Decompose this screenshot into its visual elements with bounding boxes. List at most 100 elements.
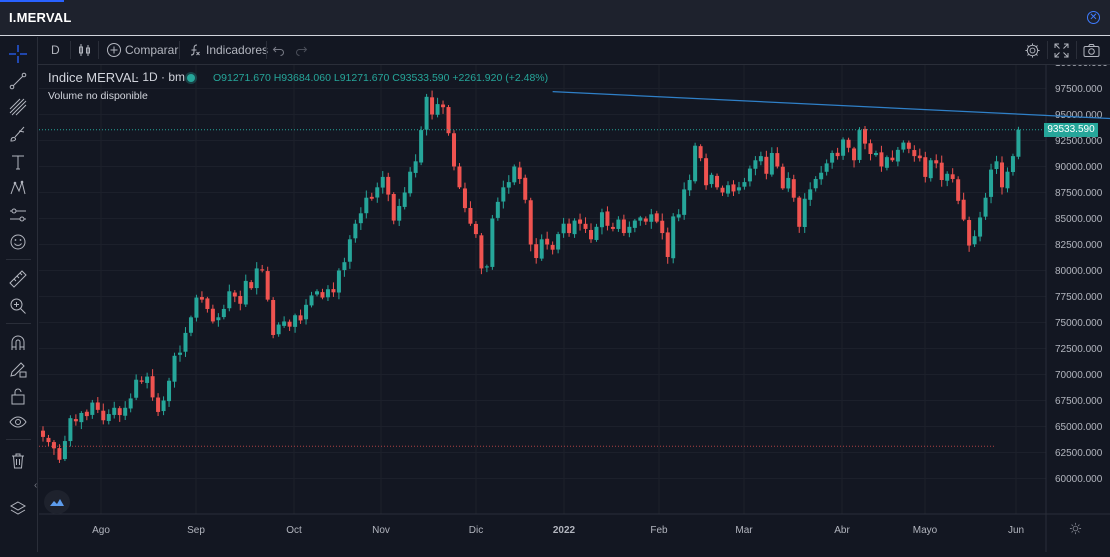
candle-body	[402, 192, 407, 207]
undo-icon	[272, 46, 284, 56]
fullscreen-icon	[1054, 43, 1069, 57]
candle-body	[671, 216, 676, 259]
magnet-icon	[11, 335, 25, 350]
candle-body	[643, 218, 648, 222]
y-tick-label: 80000.000	[1055, 266, 1103, 277]
candle-body	[238, 295, 243, 304]
legend-interval: 1D	[142, 70, 158, 84]
settings-button[interactable]	[1024, 36, 1041, 64]
window-titlebar: I.MERVAL ✕	[0, 0, 1110, 36]
chart-legend: Indice MERVAL · 1D · bm O91271.670 H9368…	[48, 70, 548, 102]
indicators-button[interactable]: Indicadores	[187, 36, 268, 64]
zoom-tool[interactable]	[7, 295, 29, 317]
candle-body	[550, 244, 555, 250]
candle-body	[293, 315, 298, 327]
price-chart[interactable]: 100000.000 97500.000 95000.000 92500.000 900…	[39, 58, 1110, 552]
chart-area[interactable]: 100000.000 97500.000 95000.000 92500.000 900…	[39, 58, 1110, 552]
pattern-tool[interactable]	[7, 177, 29, 199]
candle-body	[567, 223, 572, 234]
snapshot-button[interactable]	[1083, 36, 1100, 64]
legend-symbol: Indice MERVAL	[48, 70, 139, 85]
candle-body	[676, 214, 681, 218]
interval-button[interactable]: D	[51, 36, 60, 64]
candle-body	[720, 187, 725, 193]
trendline-tool[interactable]	[7, 70, 29, 92]
pencil-lock-icon	[10, 362, 27, 378]
lock-tool[interactable]	[7, 385, 29, 407]
candle-body	[221, 308, 226, 318]
visibility-tool[interactable]	[7, 411, 29, 433]
candle-body	[572, 220, 577, 235]
chart-type-button[interactable]	[77, 36, 93, 64]
forecast-tool[interactable]	[7, 204, 29, 226]
candle-body	[265, 271, 270, 300]
candle-body	[435, 104, 440, 115]
candle-body	[517, 167, 522, 179]
magnet-tool[interactable]	[7, 332, 29, 354]
candle-body	[967, 220, 972, 246]
candle-body	[484, 266, 489, 268]
gear-icon	[1025, 42, 1040, 58]
measure-tool[interactable]	[7, 268, 29, 290]
candle-body	[753, 160, 758, 169]
candle-body	[462, 188, 467, 209]
object-tree-tool[interactable]	[7, 498, 29, 520]
logo-icon	[50, 499, 64, 506]
legend-ohlc: O91271.670 H93684.060 L91271.670 C93533.…	[213, 72, 549, 84]
candle-body	[1016, 129, 1021, 157]
compare-button[interactable]: Comparar	[106, 36, 178, 64]
brush-icon	[10, 126, 25, 142]
candle-body	[232, 292, 237, 297]
candle-body	[172, 355, 177, 382]
candle-body	[638, 217, 643, 221]
candle-body	[917, 155, 922, 159]
redo-button[interactable]	[294, 36, 308, 64]
candle-body	[325, 289, 330, 298]
tradingview-logo[interactable]	[44, 490, 70, 514]
y-tick-label: 62500.000	[1055, 448, 1103, 459]
candle-body	[819, 172, 824, 180]
stay-drawing-tool[interactable]	[7, 358, 29, 380]
candle-body	[353, 223, 358, 239]
candle-body	[989, 169, 994, 197]
y-tick-label: 77500.000	[1055, 292, 1103, 303]
ruler-icon	[9, 270, 27, 288]
remove-drawings-tool[interactable]	[7, 450, 29, 472]
candle-body	[342, 262, 347, 271]
candle-body	[884, 157, 889, 168]
candle-body	[216, 317, 221, 321]
emoji-tool[interactable]	[7, 231, 29, 253]
candle-body	[473, 223, 478, 235]
candle-body	[791, 179, 796, 198]
crosshair-tool[interactable]	[7, 43, 29, 65]
x-tick-label: Oct	[286, 525, 302, 536]
title-accent	[0, 0, 64, 2]
fullscreen-button[interactable]	[1054, 36, 1069, 64]
brush-tool[interactable]	[7, 123, 29, 145]
undo-button[interactable]	[272, 36, 286, 64]
x-tick-label: Mayo	[913, 525, 938, 536]
candle-body	[742, 182, 747, 187]
toolbar-divider	[179, 41, 180, 59]
candle-body	[534, 244, 539, 259]
collapse-arrow-icon[interactable]: ‹	[34, 480, 37, 491]
text-tool[interactable]	[7, 151, 29, 173]
fib-icon	[9, 98, 27, 116]
candle-body	[205, 298, 210, 309]
close-icon[interactable]: ✕	[1087, 11, 1100, 24]
forecast-icon	[10, 208, 26, 222]
candle-body	[923, 157, 928, 177]
candle-body	[873, 152, 878, 156]
candle-body	[665, 232, 670, 257]
sun-icon	[1069, 522, 1082, 535]
candle-body	[561, 223, 566, 234]
scale-settings-button[interactable]	[1069, 522, 1082, 540]
layers-icon	[9, 501, 27, 515]
fib-tool[interactable]	[7, 96, 29, 118]
candle-body	[391, 194, 396, 221]
y-tick-label: 72500.000	[1055, 344, 1103, 355]
candle-body	[188, 317, 193, 333]
trash-icon	[12, 453, 24, 469]
y-tick-label: 82500.000	[1055, 240, 1103, 251]
candle-body	[654, 213, 659, 222]
